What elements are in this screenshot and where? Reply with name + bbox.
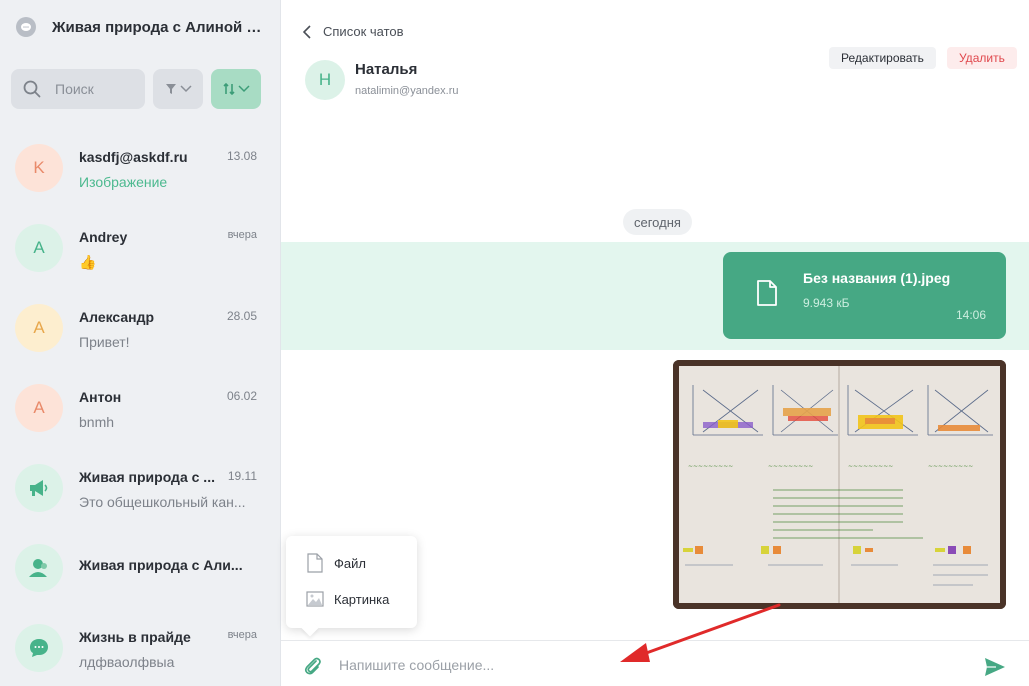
chevron-down-icon: [179, 85, 192, 93]
back-link[interactable]: Список чатов: [303, 24, 404, 39]
chat-time: вчера: [227, 629, 257, 641]
chat-time: 06.02: [226, 389, 257, 403]
chat-time: 13.08: [226, 149, 257, 163]
image-message[interactable]: ~~~~~~~~~ ~~~~~~~~~ ~~~~~~~~~ ~~~~~~~~~: [673, 360, 1006, 609]
chat-list-item[interactable]: K kasdfj@askdf.ru 13.08 Изображение: [0, 129, 280, 209]
avatar: K: [15, 144, 63, 192]
chat-preview: 👍: [79, 254, 97, 270]
file-icon: [757, 280, 777, 306]
avatar: A: [15, 224, 63, 272]
group-icon: [29, 559, 47, 577]
sort-icon: [222, 83, 235, 95]
back-label: Список чатов: [323, 24, 404, 39]
message-input[interactable]: [339, 654, 939, 676]
contact-name: Наталья: [355, 61, 418, 78]
chat-name: kasdfj@askdf.ru: [79, 149, 188, 165]
chat-list: K kasdfj@askdf.ru 13.08 Изображение A An…: [0, 129, 280, 686]
date-separator: сегодня: [623, 209, 692, 235]
file-icon: [307, 553, 323, 573]
chevron-down-icon: [237, 85, 250, 93]
send-icon[interactable]: [984, 657, 1006, 677]
chat-preview: Это общешкольный кан...: [79, 494, 246, 510]
chat-main: Список чатов Н Наталья natalimin@yandex.…: [281, 0, 1029, 686]
paperclip-icon[interactable]: [303, 656, 323, 676]
chat-preview: bnmh: [79, 414, 115, 430]
attach-image-option[interactable]: Картинка: [306, 589, 389, 609]
chat-time: 19.11: [227, 469, 257, 483]
attach-menu: Файл Картинка: [286, 536, 417, 628]
avatar: A: [15, 304, 63, 352]
file-message[interactable]: Без названия (1).jpeg 9.943 кБ 14:06: [723, 252, 1006, 339]
chat-preview: лдфваолфвыа: [79, 654, 175, 670]
search-input[interactable]: [55, 81, 135, 97]
filter-button[interactable]: [153, 69, 203, 109]
chat-name: Антон: [79, 389, 122, 405]
avatar: [15, 624, 63, 672]
avatar: [15, 464, 63, 512]
edit-button[interactable]: Редактировать: [829, 47, 936, 69]
chat-time: вчера: [227, 229, 257, 241]
search-row: [11, 69, 261, 109]
chat-bubble-icon: [30, 639, 48, 657]
attach-file-option[interactable]: Файл: [306, 553, 366, 573]
chat-list-item[interactable]: A Andrey вчера 👍: [0, 209, 280, 289]
avatar: [15, 544, 63, 592]
chat-list-item[interactable]: A Александр 28.05 Привет!: [0, 289, 280, 369]
avatar: A: [15, 384, 63, 432]
delete-button[interactable]: Удалить: [947, 47, 1017, 69]
chat-list-item[interactable]: Жизнь в прайде вчера лдфваолфвыа: [0, 609, 280, 686]
contact-email: natalimin@yandex.ru: [355, 85, 459, 97]
svg-text:~~~~~~~~~: ~~~~~~~~~: [768, 463, 813, 470]
filter-icon: [165, 84, 176, 94]
chat-sidebar: Живая природа с Алиной С... K kasdfj@ask…: [0, 0, 281, 686]
avatar[interactable]: Н: [305, 60, 345, 100]
svg-text:~~~~~~~~~: ~~~~~~~~~: [928, 463, 973, 470]
sort-button[interactable]: [211, 69, 261, 109]
sidebar-title: Живая природа с Алиной С...: [52, 18, 262, 36]
chat-preview: Привет!: [79, 334, 130, 350]
chat-name: Живая природа с ...: [79, 469, 215, 485]
attach-image-label: Картинка: [334, 591, 390, 607]
chat-name: Александр: [79, 309, 155, 325]
chevron-left-icon: [303, 24, 311, 39]
file-size: 9.943 кБ: [803, 296, 850, 310]
photo-thumbnail: ~~~~~~~~~ ~~~~~~~~~ ~~~~~~~~~ ~~~~~~~~~: [673, 360, 1006, 609]
message-time: 14:06: [955, 308, 986, 322]
chat-preview: Изображение: [79, 174, 168, 190]
chat-list-item[interactable]: A Антон 06.02 bnmh: [0, 369, 280, 449]
image-icon: [306, 591, 324, 607]
svg-text:~~~~~~~~~: ~~~~~~~~~: [848, 463, 893, 470]
file-name: Без названия (1).jpeg: [803, 270, 951, 286]
search-box[interactable]: [11, 69, 145, 109]
message-composer: [281, 640, 1029, 686]
chat-name: Живая природа с Али...: [79, 557, 243, 573]
search-icon: [23, 80, 41, 98]
svg-text:~~~~~~~~~: ~~~~~~~~~: [688, 463, 733, 470]
chat-name: Andrey: [79, 229, 128, 245]
chat-time: 28.05: [226, 309, 257, 323]
chat-logo-icon: [16, 17, 36, 37]
sidebar-header[interactable]: Живая природа с Алиной С...: [0, 0, 280, 54]
chat-name: Жизнь в прайде: [79, 629, 191, 645]
chat-list-item[interactable]: Живая природа с Али...: [0, 529, 280, 609]
chat-list-item[interactable]: Живая природа с ... 19.11 Это общешкольн…: [0, 449, 280, 529]
megaphone-icon: [30, 480, 48, 496]
attach-file-label: Файл: [334, 555, 366, 571]
